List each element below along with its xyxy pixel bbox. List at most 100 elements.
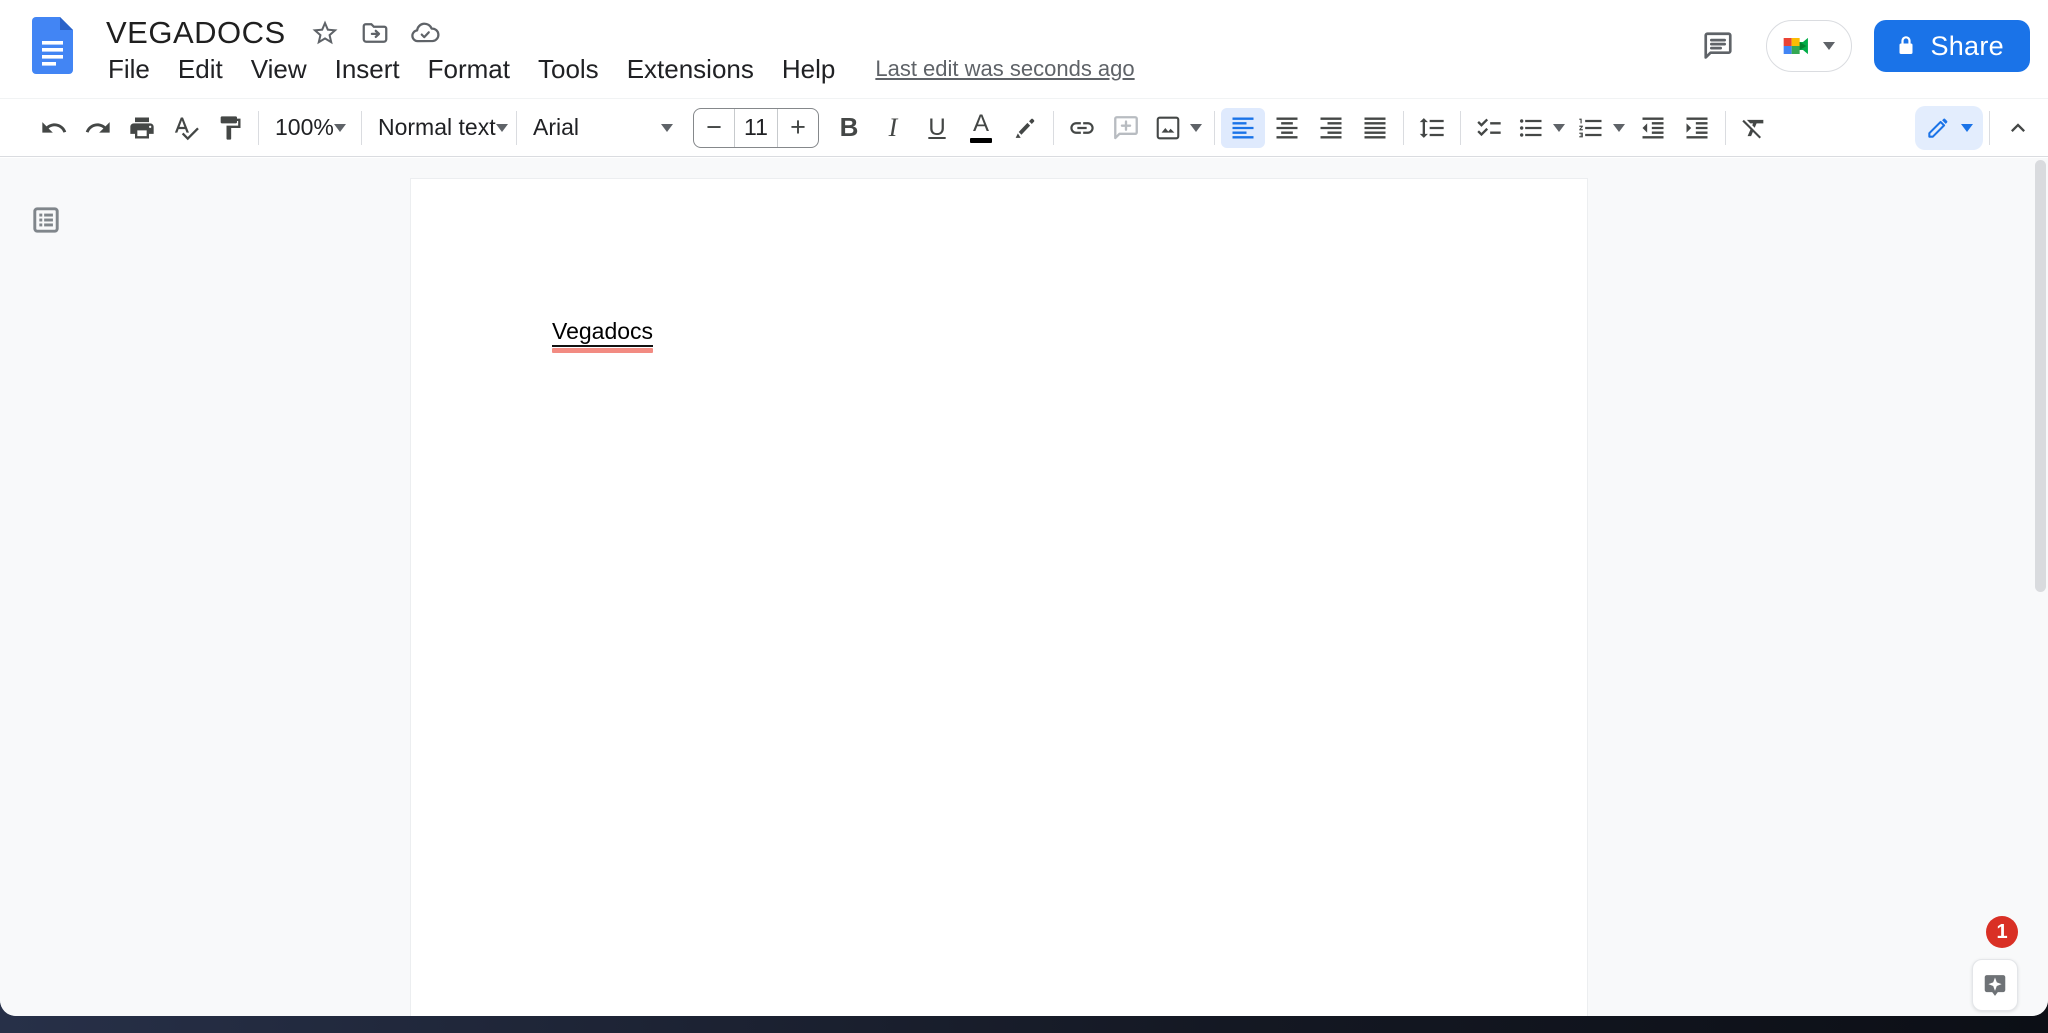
spellcheck-button[interactable] (164, 108, 208, 148)
menu-extensions[interactable]: Extensions (613, 51, 768, 88)
toolbar-separator (1989, 110, 1990, 145)
numbered-list-icon (1579, 118, 1602, 137)
paint-format-button[interactable] (208, 108, 252, 148)
bold-button[interactable]: B (827, 108, 871, 148)
paint-format-icon (220, 115, 241, 140)
document-title[interactable]: VEGADOCS (94, 13, 298, 53)
image-dropdown-caret (1190, 123, 1202, 132)
notification-badge: 1 (1986, 916, 2018, 948)
styles-caret-icon (495, 123, 508, 132)
zoom-caret-icon (333, 123, 346, 132)
last-edit-link[interactable]: Last edit was seconds ago (875, 56, 1134, 82)
font-value: Arial (533, 114, 580, 140)
checklist-button[interactable] (1467, 108, 1511, 148)
share-button[interactable]: Share (1874, 20, 2030, 72)
menu-insert[interactable]: Insert (321, 51, 414, 88)
spellcheck-icon (174, 117, 199, 140)
styles-select[interactable]: Normal text (368, 108, 510, 148)
font-size-control: − 11 + (693, 107, 819, 148)
comment-history-button[interactable] (1692, 20, 1744, 72)
text-color-button[interactable]: A (959, 108, 1003, 148)
increase-indent-button[interactable] (1675, 108, 1719, 148)
zoom-value: 100% (275, 114, 334, 140)
menu-format[interactable]: Format (414, 51, 524, 88)
show-outline-button[interactable] (22, 196, 70, 244)
numbered-list-button[interactable] (1571, 108, 1631, 148)
toolbar-separator (1053, 110, 1054, 145)
document-outline-icon (33, 207, 59, 233)
align-left-button[interactable] (1221, 107, 1265, 148)
link-icon (1070, 121, 1094, 134)
meet-icon (1784, 37, 1809, 55)
add-comment-icon (1114, 115, 1138, 139)
toolbar: 100% Normal text Arial − 11 + B I U A (0, 98, 2048, 157)
decrease-indent-icon (1642, 117, 1664, 138)
spellcheck-underline (552, 348, 654, 353)
line-spacing-button[interactable] (1410, 108, 1454, 148)
join-meet-button[interactable] (1766, 20, 1853, 72)
bulleted-list-button[interactable] (1511, 108, 1571, 148)
toolbar-separator (1725, 110, 1726, 145)
clear-formatting-button[interactable] (1732, 108, 1776, 148)
docs-logo-icon[interactable] (32, 17, 73, 74)
redo-button[interactable] (76, 108, 120, 148)
toolbar-separator (361, 110, 362, 145)
bulleted-list-caret (1553, 123, 1565, 132)
clear-formatting-icon (1742, 119, 1764, 138)
align-right-icon (1320, 117, 1342, 138)
toolbar-separator (1214, 110, 1215, 145)
insert-link-button[interactable] (1060, 108, 1104, 148)
print-icon (130, 117, 154, 138)
font-select[interactable]: Arial (523, 108, 683, 148)
align-left-icon (1232, 117, 1254, 138)
pencil-icon (1928, 118, 1948, 138)
underline-icon: U (928, 113, 946, 141)
justify-button[interactable] (1353, 108, 1397, 148)
menu-help[interactable]: Help (768, 51, 849, 88)
print-button[interactable] (120, 108, 164, 148)
lock-icon (1899, 36, 1913, 54)
editing-mode-caret (1961, 123, 1973, 132)
add-comment-button[interactable] (1104, 108, 1148, 148)
header: VEGADOCS File Edit View Insert Format To… (0, 0, 2048, 98)
italic-button[interactable]: I (871, 108, 915, 148)
app-window: VEGADOCS File Edit View Insert Format To… (0, 0, 2048, 1016)
editing-mode-button[interactable] (1915, 105, 1983, 150)
menu-file[interactable]: File (94, 51, 164, 88)
insert-image-button[interactable] (1148, 108, 1208, 148)
undo-icon (42, 121, 67, 133)
decrease-font-size-button[interactable]: − (694, 109, 734, 147)
highlight-color-button[interactable] (1003, 108, 1047, 148)
font-size-value[interactable]: 11 (734, 108, 778, 147)
explore-button[interactable] (1972, 959, 2018, 1011)
undo-button[interactable] (32, 108, 76, 148)
zoom-select[interactable]: 100% (265, 108, 355, 148)
explore-icon (1984, 975, 2006, 996)
align-center-button[interactable] (1265, 108, 1309, 148)
comment-icon (1704, 32, 1733, 59)
decrease-indent-button[interactable] (1631, 108, 1675, 148)
highlighter-icon (1015, 118, 1035, 138)
meet-dropdown-caret (1823, 42, 1836, 50)
document-page[interactable]: Vegadocs (410, 178, 1588, 1016)
toolbar-separator (1403, 110, 1404, 145)
italic-icon: I (888, 112, 898, 142)
increase-indent-icon (1686, 117, 1708, 138)
menu-bar: File Edit View Insert Format Tools Exten… (94, 50, 1135, 88)
font-caret-icon (661, 123, 673, 132)
numbered-list-caret (1613, 123, 1625, 132)
desktop-background: VEGADOCS File Edit View Insert Format To… (0, 0, 2048, 1033)
checklist-icon (1477, 118, 1501, 136)
vertical-scrollbar[interactable] (2035, 160, 2046, 592)
increase-font-size-button[interactable]: + (778, 109, 818, 147)
menu-tools[interactable]: Tools (524, 51, 613, 88)
document-text[interactable]: Vegadocs (552, 318, 654, 347)
document-text-block[interactable]: Vegadocs (552, 318, 654, 353)
menu-edit[interactable]: Edit (164, 51, 237, 88)
chevron-up-icon (2011, 122, 2025, 132)
underline-button[interactable]: U (915, 108, 959, 148)
menu-view[interactable]: View (237, 51, 321, 88)
bold-icon: B (839, 112, 859, 142)
hide-menus-button[interactable] (1996, 108, 2040, 148)
align-right-button[interactable] (1309, 108, 1353, 148)
